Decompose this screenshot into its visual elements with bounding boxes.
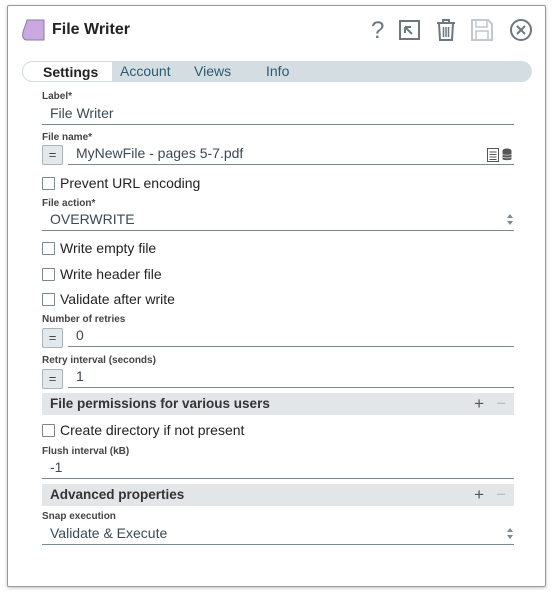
tab-settings[interactable]: Settings <box>22 61 113 82</box>
prevent-url-encoding-checkbox[interactable] <box>42 177 55 190</box>
flush-interval-input[interactable]: -1 <box>42 457 514 479</box>
dialog-header: File Writer ? <box>8 6 545 58</box>
write-header-file-label: Write header file <box>60 266 162 282</box>
snap-execution-label: Snap execution <box>42 511 116 522</box>
file-browse-icon[interactable] <box>487 148 499 162</box>
validate-after-write-label: Validate after write <box>60 291 175 307</box>
remove-advanced-property-button[interactable]: − <box>496 485 506 505</box>
validate-after-write-checkbox[interactable] <box>42 293 55 306</box>
label-input[interactable]: File Writer <box>42 103 514 125</box>
create-directory-label: Create directory if not present <box>60 422 245 438</box>
file-name-input[interactable]: MyNewFile - pages 5-7.pdf <box>68 143 514 165</box>
write-empty-file-label: Write empty file <box>60 240 157 256</box>
file-action-label: File action* <box>42 198 96 209</box>
write-header-file-row[interactable]: Write header file <box>42 266 342 284</box>
dropdown-arrows-icon <box>507 214 513 225</box>
retries-expression-toggle[interactable]: = <box>42 328 63 348</box>
advanced-properties-section: Advanced properties + − <box>42 484 514 506</box>
flush-interval-label: Flush interval (kB) <box>42 446 130 457</box>
prevent-url-encoding-row[interactable]: Prevent URL encoding <box>42 175 342 193</box>
file-permissions-title: File permissions for various users <box>50 396 270 411</box>
label-field-label: Label* <box>42 91 73 102</box>
file-action-value: OVERWRITE <box>50 211 135 227</box>
close-icon[interactable] <box>508 17 534 43</box>
retry-interval-label: Retry interval (seconds) <box>42 355 156 366</box>
file-name-label: File name* <box>42 132 93 143</box>
expand-icon[interactable] <box>397 17 423 43</box>
write-empty-file-checkbox[interactable] <box>42 242 55 255</box>
tab-account[interactable]: Account <box>120 63 171 79</box>
remove-permission-button[interactable]: − <box>496 394 506 414</box>
create-directory-row[interactable]: Create directory if not present <box>42 422 362 440</box>
retry-interval-expression-toggle[interactable]: = <box>42 369 63 389</box>
save-icon[interactable] <box>469 17 495 43</box>
write-header-file-checkbox[interactable] <box>42 268 55 281</box>
svg-text:?: ? <box>371 17 384 43</box>
validate-after-write-row[interactable]: Validate after write <box>42 291 342 309</box>
trash-icon[interactable] <box>433 17 459 43</box>
add-permission-button[interactable]: + <box>474 394 484 414</box>
write-empty-file-row[interactable]: Write empty file <box>42 240 342 258</box>
help-icon[interactable]: ? <box>365 17 391 44</box>
create-directory-checkbox[interactable] <box>42 424 55 437</box>
number-of-retries-label: Number of retries <box>42 314 126 325</box>
snap-settings-dialog: File Writer ? Settings Account Views Inf… <box>7 5 546 587</box>
dropdown-arrows-icon <box>507 528 513 539</box>
file-name-expression-toggle[interactable]: = <box>42 145 63 165</box>
database-icon[interactable] <box>502 148 512 161</box>
prevent-url-encoding-label: Prevent URL encoding <box>60 175 201 191</box>
file-permissions-section: File permissions for various users + − <box>42 393 514 415</box>
number-of-retries-input[interactable]: 0 <box>68 325 514 347</box>
file-action-dropdown[interactable]: OVERWRITE <box>42 209 514 231</box>
advanced-properties-title: Advanced properties <box>50 487 185 502</box>
snap-icon <box>22 19 45 41</box>
add-advanced-property-button[interactable]: + <box>474 485 484 505</box>
retry-interval-input[interactable]: 1 <box>68 366 514 388</box>
snap-execution-value: Validate & Execute <box>50 525 168 541</box>
tab-views[interactable]: Views <box>194 63 231 79</box>
tab-bar: Settings Account Views Info <box>22 61 532 82</box>
tab-info[interactable]: Info <box>266 63 289 79</box>
dialog-title: File Writer <box>52 21 130 38</box>
snap-execution-dropdown[interactable]: Validate & Execute <box>42 523 514 545</box>
